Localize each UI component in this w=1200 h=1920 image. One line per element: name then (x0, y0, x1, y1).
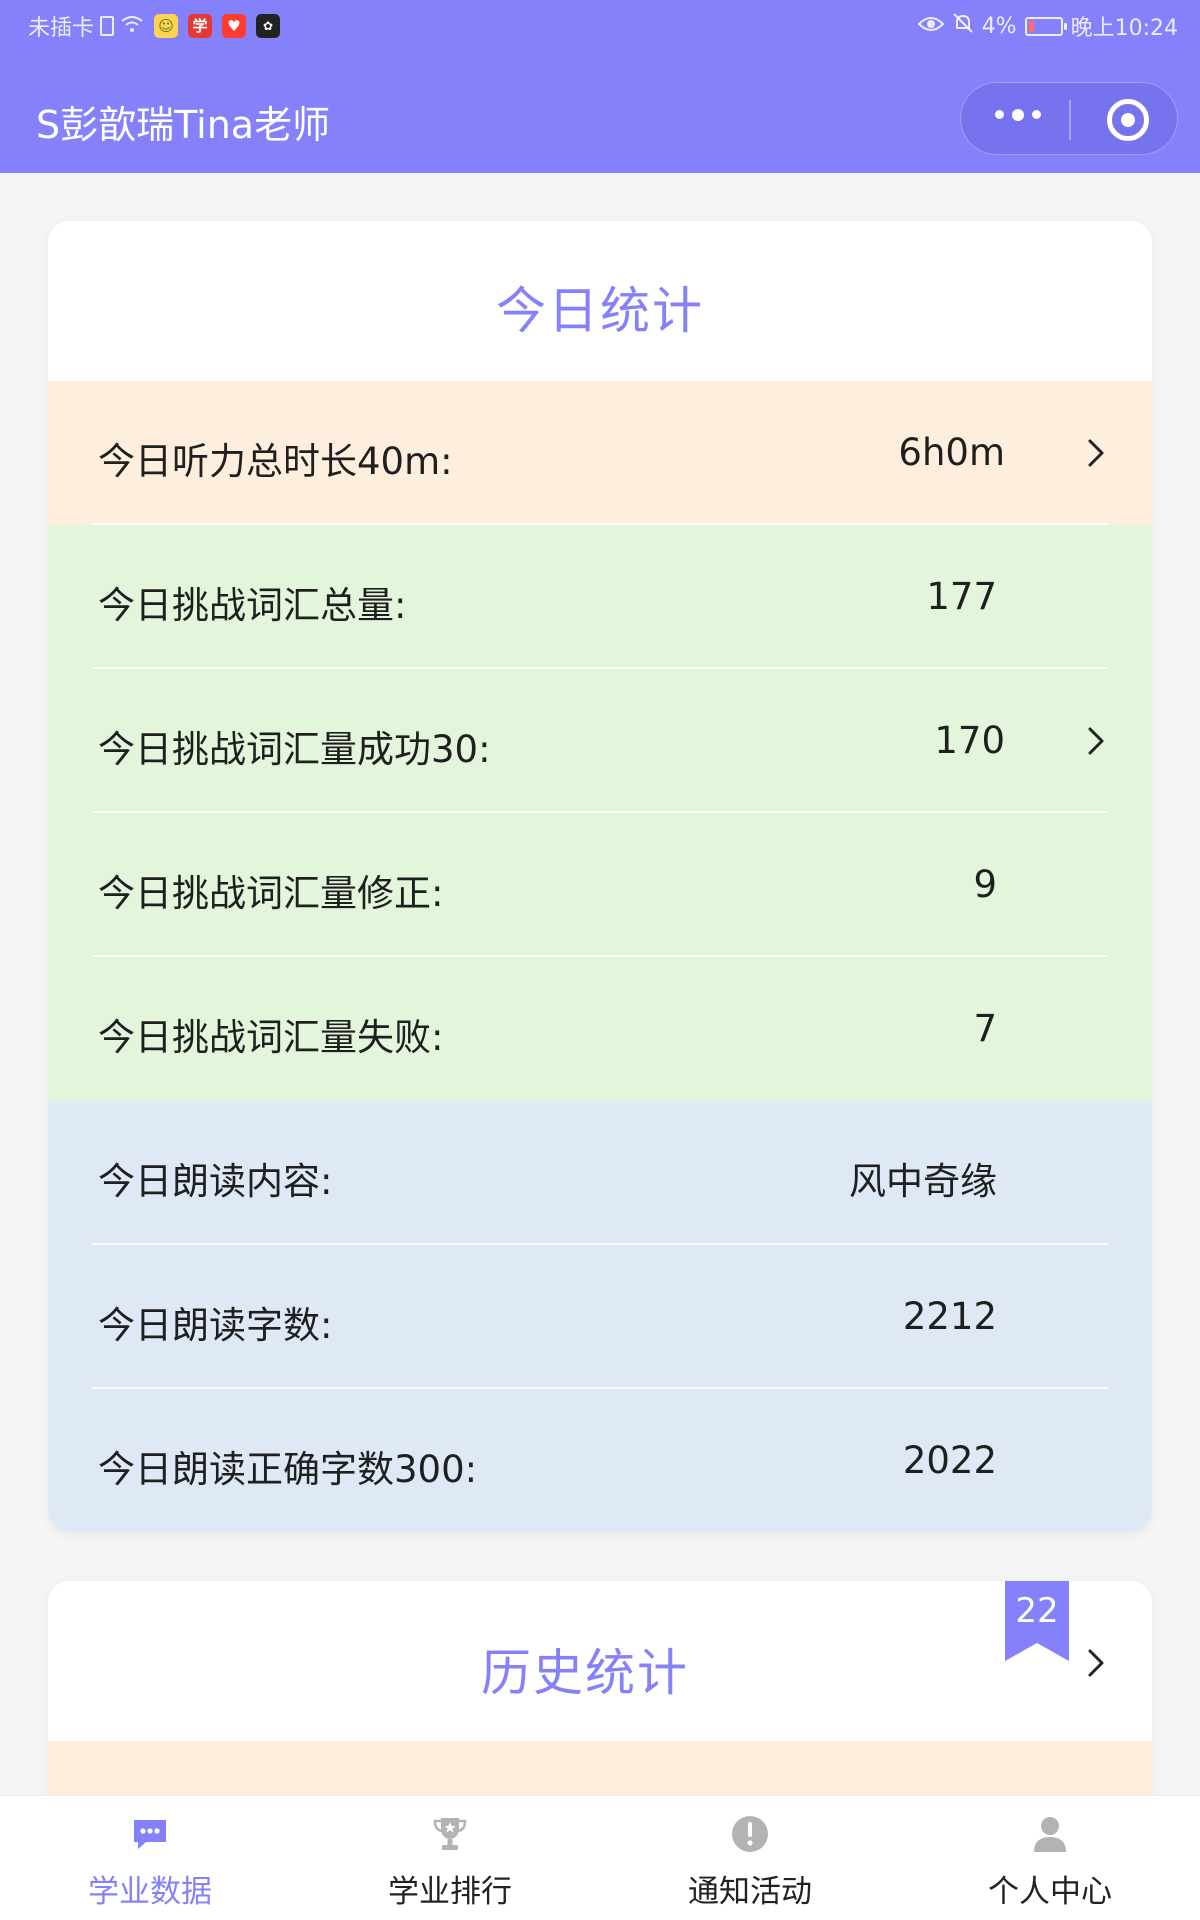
person-icon (1034, 1817, 1066, 1852)
stat-value: 7 (973, 1007, 997, 1050)
stat-row-vocab-failed: 今日挑战词汇量失败: 7 (48, 957, 1152, 1101)
sim-icon (100, 16, 115, 36)
page-title: S彭歆瑞Tina老师 (36, 103, 331, 147)
stat-label: 今日挑战词汇量修正: (98, 872, 444, 915)
eye-icon (917, 14, 945, 39)
tab-label: 个人中心 (988, 1874, 1112, 1910)
battery-icon (1024, 16, 1067, 36)
stat-label: 今日朗读内容: (98, 1160, 333, 1203)
chat-bubble-icon (134, 1820, 166, 1849)
tab-label: 学业数据 (88, 1874, 212, 1910)
today-stats-card: 今日统计 今日听力总时长40m: 6h0m 今日挑战词汇总量: 177 今日挑战… (48, 221, 1152, 1532)
chevron-right-icon[interactable] (1080, 437, 1112, 469)
stat-row-reading-correct: 今日朗读正确字数300: 2022 (48, 1389, 1152, 1532)
exclamation-icon (732, 1816, 768, 1852)
chevron-right-icon[interactable] (1080, 725, 1112, 757)
tab-label: 学业排行 (388, 1874, 512, 1910)
stat-value: 177 (926, 575, 997, 618)
history-stats-card[interactable]: 历史统计 22 (48, 1581, 1152, 1795)
close-miniprogram-icon[interactable] (1107, 99, 1149, 141)
stat-value: 2212 (902, 1295, 997, 1338)
status-right: 4% 晚上10:24 (917, 10, 1178, 42)
today-stats-title: 今日统计 (496, 282, 704, 340)
stat-value: 2022 (902, 1439, 997, 1482)
today-stats-header: 今日统计 (48, 221, 1152, 381)
history-first-row (48, 1741, 1152, 1795)
app-notification-icon: ☺ (154, 14, 179, 38)
status-bar: 未插卡 ☺ 学 ♥ ✿ 4% 晚上10:24 (0, 0, 1200, 50)
miniprogram-capsule (960, 82, 1178, 155)
bottom-tab-bar: 学业数据 学业排行 通知活动 个人中心 (0, 1795, 1200, 1920)
wifi-icon (120, 14, 144, 39)
stat-label: 今日挑战词汇量成功30: (98, 728, 491, 771)
stat-value: 风中奇缘 (849, 1160, 997, 1203)
more-options-icon[interactable] (995, 108, 1041, 121)
tab-notifications[interactable]: 通知活动 (600, 1796, 900, 1920)
stat-label: 今日挑战词汇量失败: (98, 1016, 444, 1059)
stat-label: 今日朗读正确字数300: (98, 1448, 478, 1491)
tab-academic-ranking[interactable]: 学业排行 (300, 1796, 600, 1920)
status-left: 未插卡 ☺ 学 ♥ ✿ (28, 10, 281, 42)
stat-row-reading-words: 今日朗读字数: 2212 (48, 1245, 1152, 1389)
capsule-divider (1069, 100, 1071, 140)
stat-row-vocab-corrected: 今日挑战词汇量修正: 9 (48, 813, 1152, 957)
app-icon: ✿ (256, 14, 281, 38)
study-app-icon: 学 (188, 14, 213, 38)
mute-bell-icon (952, 12, 974, 40)
main-content[interactable]: 今日统计 今日听力总时长40m: 6h0m 今日挑战词汇总量: 177 今日挑战… (0, 173, 1200, 1795)
chevron-right-icon[interactable] (1080, 1647, 1112, 1679)
stat-label: 今日挑战词汇总量: (98, 584, 407, 627)
top-bar: 未插卡 ☺ 学 ♥ ✿ 4% 晚上10:24 S彭歆瑞Tina老师 (0, 0, 1200, 173)
history-badge: 22 (1015, 1591, 1059, 1631)
trophy-icon (433, 1818, 467, 1850)
stat-value: 6h0m (898, 431, 1005, 474)
stat-label: 今日听力总时长40m: (98, 440, 453, 483)
stat-row-vocab-total: 今日挑战词汇总量: 177 (48, 525, 1152, 669)
tab-profile[interactable]: 个人中心 (900, 1796, 1200, 1920)
tab-label: 通知活动 (688, 1874, 812, 1910)
clock-text: 晚上10:24 (1070, 16, 1178, 41)
tab-academic-data[interactable]: 学业数据 (0, 1796, 300, 1920)
stat-row-vocab-success[interactable]: 今日挑战词汇量成功30: 170 (48, 669, 1152, 813)
stat-value: 9 (973, 863, 997, 906)
history-stats-title: 历史统计 (481, 1644, 689, 1702)
stat-row-listening[interactable]: 今日听力总时长40m: 6h0m (48, 381, 1152, 525)
history-stats-header[interactable]: 历史统计 22 (48, 1581, 1152, 1741)
stat-label: 今日朗读字数: (98, 1304, 333, 1347)
battery-percent: 4% (981, 13, 1017, 39)
stat-value: 170 (934, 719, 1005, 762)
stat-row-reading-content: 今日朗读内容: 风中奇缘 (48, 1101, 1152, 1245)
carrier-text: 未插卡 (28, 16, 95, 41)
heart-app-icon: ♥ (222, 14, 247, 38)
